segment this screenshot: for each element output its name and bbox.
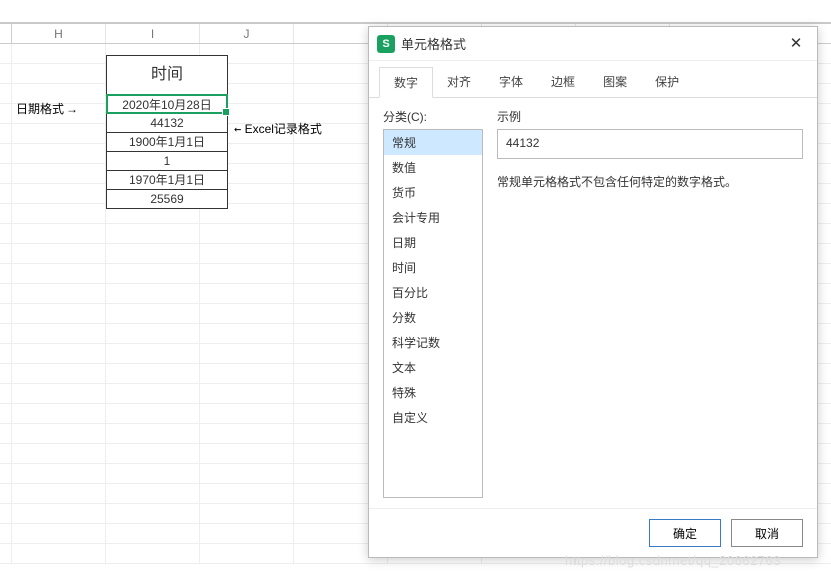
category-item[interactable]: 日期 xyxy=(384,230,482,255)
category-label: 分类(C): xyxy=(383,108,483,125)
data-cell[interactable]: 2020年10月28日 xyxy=(106,94,228,114)
tab-1[interactable]: 对齐 xyxy=(433,67,485,97)
category-item[interactable]: 常规 xyxy=(384,130,482,155)
data-block: 时间 2020年10月28日441321900年1月1日11970年1月1日25… xyxy=(106,56,228,209)
data-cell[interactable]: 44132 xyxy=(106,113,228,133)
cancel-button[interactable]: 取消 xyxy=(731,519,803,547)
format-description: 常规单元格格式不包含任何特定的数字格式。 xyxy=(497,173,803,190)
annotation-left: 日期格式 xyxy=(16,100,78,117)
tab-4[interactable]: 图案 xyxy=(589,67,641,97)
column-header[interactable]: I xyxy=(106,24,200,43)
data-cell[interactable]: 1900年1月1日 xyxy=(106,132,228,152)
category-item[interactable]: 科学记数 xyxy=(384,330,482,355)
category-list[interactable]: 常规数值货币会计专用日期时间百分比分数科学记数文本特殊自定义 xyxy=(383,129,483,498)
data-header-cell[interactable]: 时间 xyxy=(106,55,228,95)
column-header[interactable]: H xyxy=(12,24,106,43)
arrow-left-icon: ← xyxy=(234,122,241,136)
dialog-tabs: 数字对齐字体边框图案保护 xyxy=(369,61,817,98)
watermark: https://blog.csdn.net/qq_20662763 xyxy=(565,553,781,568)
tab-2[interactable]: 字体 xyxy=(485,67,537,97)
category-item[interactable]: 自定义 xyxy=(384,405,482,430)
column-header[interactable]: J xyxy=(200,24,294,43)
tab-3[interactable]: 边框 xyxy=(537,67,589,97)
category-item[interactable]: 数值 xyxy=(384,155,482,180)
dialog-footer: 确定 取消 xyxy=(369,508,817,557)
close-icon[interactable]: ✕ xyxy=(783,31,809,57)
data-cell[interactable]: 25569 xyxy=(106,189,228,209)
tab-0[interactable]: 数字 xyxy=(379,67,433,98)
category-item[interactable]: 会计专用 xyxy=(384,205,482,230)
sample-label: 示例 xyxy=(497,108,803,125)
category-item[interactable]: 货币 xyxy=(384,180,482,205)
category-item[interactable]: 时间 xyxy=(384,255,482,280)
dialog-titlebar: S 单元格格式 ✕ xyxy=(369,27,817,61)
category-item[interactable]: 文本 xyxy=(384,355,482,380)
app-icon: S xyxy=(377,35,395,53)
annotation-right: ← Excel记录格式 xyxy=(234,120,322,137)
category-item[interactable]: 分数 xyxy=(384,305,482,330)
data-cell[interactable]: 1970年1月1日 xyxy=(106,170,228,190)
data-cell[interactable]: 1 xyxy=(106,151,228,171)
category-item[interactable]: 特殊 xyxy=(384,380,482,405)
dialog-title: 单元格格式 xyxy=(401,34,777,53)
sample-box: 44132 xyxy=(497,129,803,159)
tab-5[interactable]: 保护 xyxy=(641,67,693,97)
ok-button[interactable]: 确定 xyxy=(649,519,721,547)
cell-format-dialog: S 单元格格式 ✕ 数字对齐字体边框图案保护 分类(C): 常规数值货币会计专用… xyxy=(368,26,818,558)
category-item[interactable]: 百分比 xyxy=(384,280,482,305)
